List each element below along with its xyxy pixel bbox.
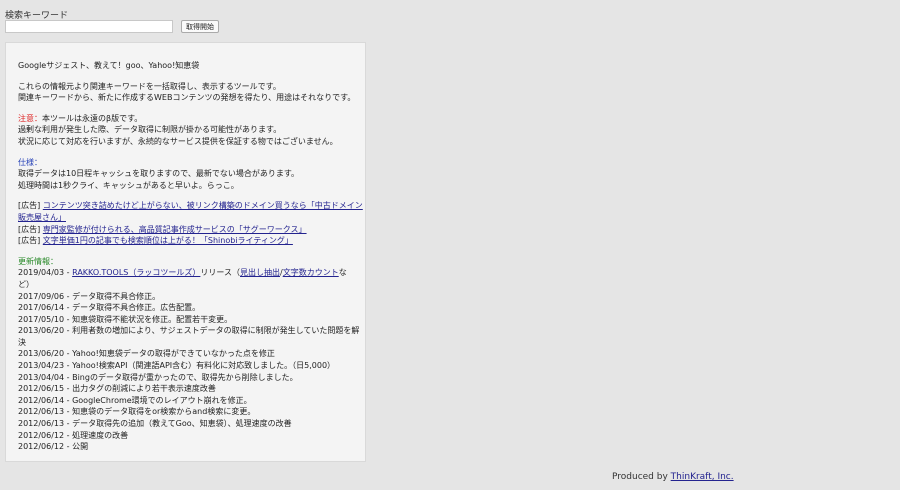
notice-line: 過剰な利用が発生した際、データ取得に制限が掛かる可能性があります。	[18, 125, 282, 135]
intro-description: これらの情報元より関連キーワードを一括取得し、表示するツールです。 関連キーワー…	[18, 81, 355, 104]
update-item: 2012/06/12 - 処理速度の改善	[18, 430, 129, 440]
update-item: 2017/06/14 - データ取得不具合修正。広告配置。	[18, 303, 201, 313]
spec-section: 仕様： 取得データは10日程キャッシュを取りますので、最新でない場合があります。…	[18, 157, 355, 192]
footer: Produced by ThinKraft, Inc.	[612, 472, 734, 482]
ad-tag: [広告]	[18, 236, 41, 246]
info-panel: Googleサジェスト、教えて！goo、Yahoo!知恵袋 これらの情報元より関…	[5, 42, 366, 462]
heading-extract-link[interactable]: 見出し抽出	[240, 268, 280, 277]
notice-section: 注意：本ツールは永遠のβ版です。 過剰な利用が発生した際、データ取得に制限が掛か…	[18, 113, 355, 148]
rakko-tools-link[interactable]: RAKKO.TOOLS（ラッコツールズ）	[72, 268, 200, 277]
ad-tag: [広告]	[18, 224, 41, 234]
ads-section: [広告] コンテンツ突き詰めたけど上がらない、被リンク構築のドメイン買うなら「中…	[18, 200, 363, 247]
notice-text: 本ツールは永遠のβ版です。	[42, 113, 143, 123]
intro-desc-line: 関連キーワードから、新たに作成するWEBコンテンツの発想を得たり、用途はそれなり…	[18, 93, 356, 103]
update-item: 2017/05/10 - 知恵袋取得不能状況を修正。配置若干変更。	[18, 314, 233, 324]
update-item: 決	[18, 337, 26, 347]
notice-line: 注意：本ツールは永遠のβ版です。	[18, 113, 355, 125]
update-item: 2013/06/20 - 利用者数の増加により、サジェストデータの取得に制限が発…	[18, 326, 360, 336]
ad-item-continued: 販売屋さん」	[18, 212, 355, 224]
update-item: 2013/04/04 - Bingのデータ取得が重かったので、取得先から削除しま…	[18, 372, 298, 382]
update-date: 2019/04/03 -	[18, 268, 73, 278]
update-text: な	[338, 268, 347, 278]
update-item: 2017/09/06 - データ取得不具合修正。	[18, 291, 161, 301]
ad-item: [広告] コンテンツ突き詰めたけど上がらない、被リンク構築のドメイン買うなら「中…	[18, 200, 363, 212]
ad-item: [広告] 文字単価1円の記事でも検索順位は上がる！「Shinobiライティング」	[18, 235, 355, 247]
spec-line: 処理時間は1秒クライ、キャッシュがあると早いよ。らっこ。	[18, 180, 239, 190]
thinkraft-link[interactable]: ThinKraft, Inc.	[671, 472, 734, 482]
update-item: 2019/04/03 - RAKKO.TOOLS（ラッコツールズ）リリース（見出…	[18, 267, 355, 279]
intro-section: Googleサジェスト、教えて！goo、Yahoo!知恵袋	[18, 60, 355, 72]
spec-line: 取得データは10日程キャッシュを取りますので、最新でない場合があります。	[18, 169, 300, 179]
ad-link[interactable]: 販売屋さん」	[18, 213, 66, 222]
ad-item: [広告] 専門家監修が付けられる、高品質記事作成サービスの「サグーワークス」	[18, 224, 355, 236]
intro-desc-line: これらの情報元より関連キーワードを一括取得し、表示するツールです。	[18, 81, 281, 91]
update-item: 2013/06/20 - Yahoo!知恵袋データの取得ができていなかった点を修…	[18, 349, 275, 359]
intro-title: Googleサジェスト、教えて！goo、Yahoo!知恵袋	[18, 61, 200, 70]
char-count-link[interactable]: 文字数カウント	[283, 268, 339, 277]
update-list: 2017/09/06 - データ取得不具合修正。 2017/06/14 - データ…	[18, 291, 360, 453]
search-input[interactable]	[5, 20, 173, 33]
update-item: 2012/06/12 - 公開	[18, 442, 89, 452]
update-text: リリース（	[200, 268, 240, 278]
update-item-continued: ど）	[18, 279, 34, 289]
spec-label: 仕様：	[18, 157, 42, 167]
notice-label: 注意：	[18, 113, 42, 123]
ad-tag: [広告]	[18, 201, 41, 211]
update-item: 2012/06/15 - 出力タグの削減により若干表示速度改善	[18, 384, 216, 394]
update-item: 2013/04/23 - Yahoo!検索API（関連語API含む）有料化に対応…	[18, 361, 336, 371]
notice-line: 状況に応じて対応を行いますが、永続的なサービス提供を保証する物ではございません。	[18, 136, 338, 146]
ad-link[interactable]: 専門家監修が付けられる、高品質記事作成サービスの「サグーワークス」	[43, 225, 307, 234]
update-item: 2012/06/14 - GoogleChrome環境でのレイアウト崩れを修正。	[18, 395, 252, 405]
fetch-start-button[interactable]: 取得開始	[181, 20, 219, 33]
update-item: 2012/06/13 - データ取得先の追加（教えてGoo、知恵袋）、処理速度の…	[18, 419, 292, 429]
update-item: 2012/06/13 - 知恵袋のデータ取得をor検索からand検索に変更。	[18, 407, 256, 417]
updates-section: 更新情報： 2019/04/03 - RAKKO.TOOLS（ラッコツールズ）リ…	[18, 256, 360, 453]
ad-link[interactable]: 文字単価1円の記事でも検索順位は上がる！「Shinobiライティング」	[43, 236, 293, 245]
footer-prefix: Produced by	[612, 472, 671, 482]
ad-link[interactable]: コンテンツ突き詰めたけど上がらない、被リンク構築のドメイン買うなら「中古ドメイン	[43, 201, 363, 210]
updates-title: 更新情報：	[18, 256, 58, 266]
